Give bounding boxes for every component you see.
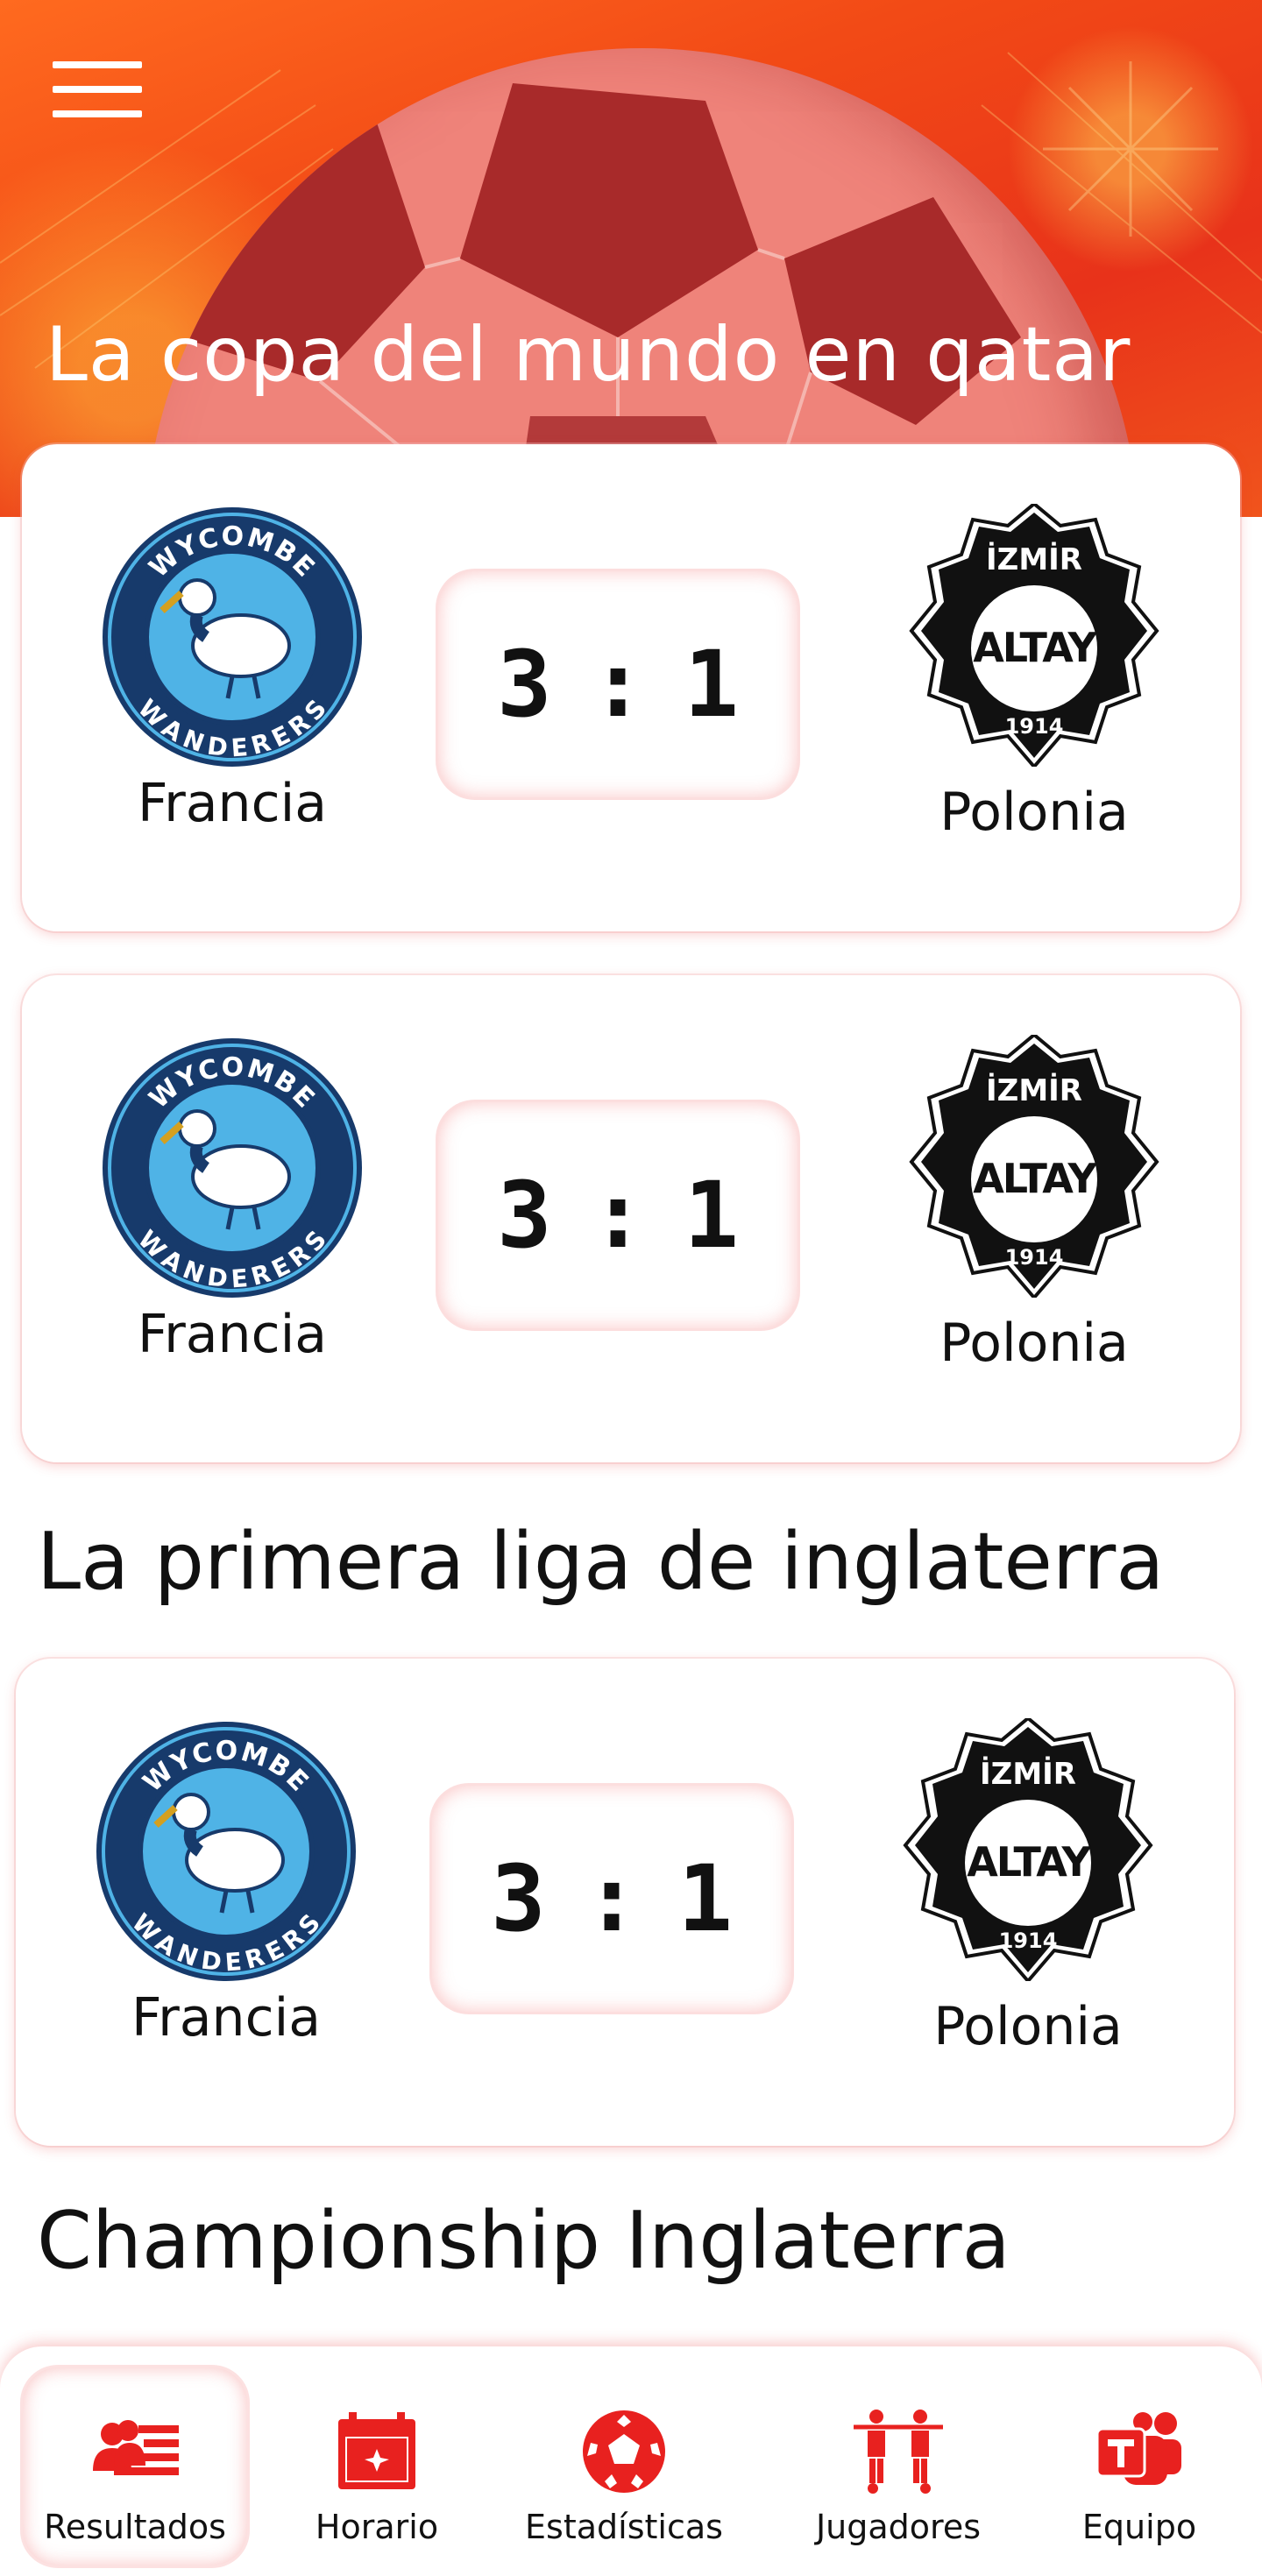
score-separator: : bbox=[590, 1162, 646, 1269]
team-name-home: Francia bbox=[137, 1304, 328, 1365]
svg-text:1914: 1914 bbox=[999, 1928, 1058, 1953]
svg-text:İZMİR: İZMİR bbox=[986, 1072, 1082, 1108]
svg-text:İZMİR: İZMİR bbox=[986, 541, 1082, 577]
score-home: 3 bbox=[497, 1162, 552, 1269]
team-icon bbox=[1094, 2406, 1185, 2497]
nav-item-equipo[interactable]: Equipo bbox=[1052, 2367, 1227, 2565]
team-name-away: Polonia bbox=[939, 782, 1129, 843]
score-box: 3 : 1 bbox=[438, 1102, 798, 1328]
nav-label: Jugadores bbox=[815, 2508, 982, 2546]
team-name-home: Francia bbox=[131, 1987, 322, 2049]
section-title: La primera liga de inglaterra bbox=[37, 1516, 1165, 1608]
menu-line bbox=[53, 110, 142, 117]
svg-text:1914: 1914 bbox=[1005, 714, 1064, 739]
score-away: 1 bbox=[684, 1162, 739, 1269]
svg-text:ALTAY: ALTAY bbox=[967, 1838, 1091, 1886]
menu-line bbox=[53, 61, 142, 68]
team-name-away: Polonia bbox=[939, 1313, 1129, 1374]
team-logo-home: WYCOMBE WANDERERS bbox=[101, 506, 364, 772]
score-away: 1 bbox=[684, 631, 739, 738]
bottom-navigation: Resultados Horario Estadísticas Jugadore… bbox=[0, 2346, 1262, 2576]
nav-label: Estadísticas bbox=[525, 2508, 723, 2546]
calendar-icon bbox=[333, 2406, 421, 2497]
score-box: 3 : 1 bbox=[438, 571, 798, 797]
team-name-away: Polonia bbox=[933, 1996, 1123, 2057]
svg-text:ALTAY: ALTAY bbox=[973, 1155, 1097, 1202]
team-logo-away: İZMİR ALTAY 1914 bbox=[907, 501, 1161, 770]
score-away: 1 bbox=[677, 1845, 733, 1952]
nav-label: Resultados bbox=[44, 2508, 226, 2546]
score-box: 3 : 1 bbox=[432, 1786, 791, 2012]
hero-banner: La copa del mundo en qatar bbox=[0, 0, 1262, 517]
team-logo-away: İZMİR ALTAY 1914 bbox=[907, 1032, 1161, 1301]
section-title: Championship Inglaterra bbox=[37, 2195, 1010, 2287]
team-logo-home: WYCOMBE WANDERERS bbox=[95, 1720, 358, 1986]
team-name-home: Francia bbox=[137, 773, 328, 834]
score-separator: : bbox=[590, 631, 646, 738]
menu-line bbox=[53, 86, 142, 93]
score-home: 3 bbox=[491, 1845, 546, 1952]
hamburger-menu-icon[interactable] bbox=[53, 61, 142, 117]
nav-item-estadisticas[interactable]: Estadísticas bbox=[519, 2367, 729, 2565]
svg-text:İZMİR: İZMİR bbox=[980, 1756, 1076, 1792]
players-icon bbox=[850, 2406, 946, 2497]
score-separator: : bbox=[584, 1845, 640, 1952]
nav-item-jugadores[interactable]: Jugadores bbox=[802, 2367, 995, 2565]
soccer-ball-icon bbox=[580, 2406, 668, 2497]
svg-text:ALTAY: ALTAY bbox=[973, 624, 1097, 671]
match-card[interactable]: WYCOMBE WANDERERS Francia 3 : 1 İZMİR AL… bbox=[22, 444, 1240, 931]
results-icon bbox=[89, 2406, 181, 2497]
team-logo-away: İZMİR ALTAY 1914 bbox=[901, 1716, 1155, 1985]
team-logo-home: WYCOMBE WANDERERS bbox=[101, 1037, 364, 1303]
score-home: 3 bbox=[497, 631, 552, 738]
nav-item-horario[interactable]: Horario bbox=[289, 2367, 464, 2565]
match-card[interactable]: WYCOMBE WANDERERS Francia 3 : 1 İZMİR AL… bbox=[16, 1659, 1234, 2146]
svg-text:1914: 1914 bbox=[1005, 1245, 1064, 1270]
match-card[interactable]: WYCOMBE WANDERERS Francia 3 : 1 İZMİR AL… bbox=[22, 975, 1240, 1462]
page-title: La copa del mundo en qatar bbox=[46, 311, 1131, 399]
nav-label: Equipo bbox=[1081, 2508, 1197, 2546]
nav-label: Horario bbox=[315, 2508, 439, 2546]
nav-item-resultados[interactable]: Resultados bbox=[23, 2367, 247, 2565]
